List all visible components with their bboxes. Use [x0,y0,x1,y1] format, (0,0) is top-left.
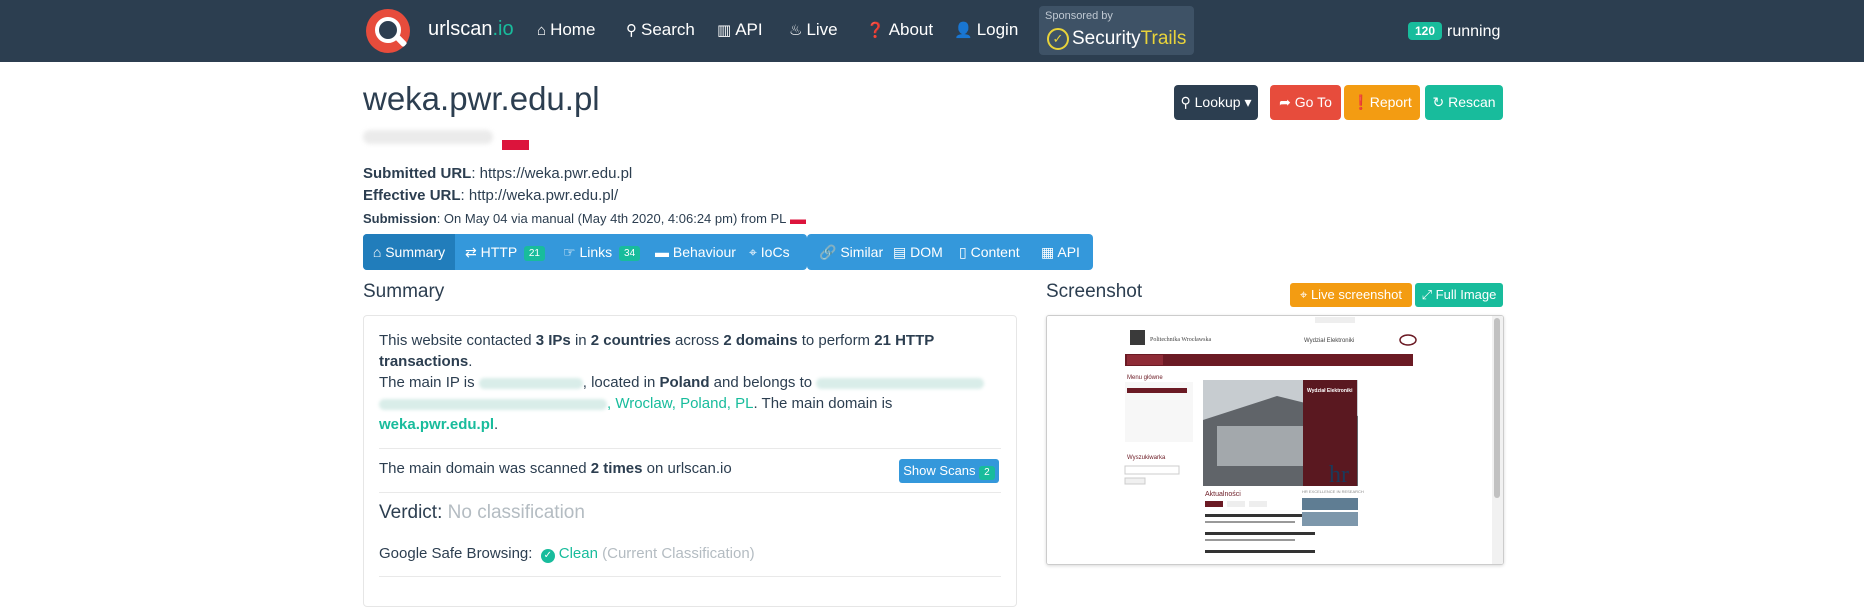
google-safe-browsing: Google Safe Browsing: ✓ Clean (Current Cl… [379,545,755,563]
goto-button[interactable]: ➦ Go To [1270,85,1341,120]
redacted-ip [363,130,493,144]
rescan-button[interactable]: ↻ Rescan [1425,85,1503,120]
home-icon: ⌂ [537,22,547,39]
search-title: Wyszukiwarka [1127,455,1166,461]
list-alt-icon: ▤ [893,244,907,260]
running-scans: 120 running [1408,22,1500,41]
fire-icon: ♨ [789,22,803,39]
hero-title: Wydział Elektroniki [1307,388,1353,394]
nav-search[interactable]: ⚲ Search [626,20,695,40]
menu-title: Menu główne [1127,375,1163,381]
sponsor-securitytrails[interactable]: Sponsored by ✓ SecurityTrails [1039,6,1194,55]
refresh-icon: ↻ [1432,94,1445,110]
dept-name: Wydział Elektroniki [1304,338,1354,344]
caret-down-icon: ▾ [1244,94,1252,110]
tab-iocs[interactable]: ⌖ IoCs [749,234,790,270]
site-name: Politechnika Wrocławska [1150,337,1211,343]
nav-api[interactable]: ▥ API [717,20,763,40]
live-screenshot-button[interactable]: ⌖ Live screenshot [1290,283,1412,307]
exchange-icon: ⇄ [465,244,477,260]
tab-group-main: ⌂ Summary ⇄ HTTP 21 ☞ Links 34 ▬ Behavio… [363,234,807,270]
search-icon: ⚲ [626,22,637,39]
redacted-asn[interactable] [816,377,985,389]
submitted-url: Submitted URL: https://weka.pwr.edu.pl [363,165,633,182]
question-circle-icon: ❓ [866,22,885,39]
crosshairs-icon: ⌖ [1299,287,1308,302]
brand-link[interactable]: urlscan.io [428,18,514,41]
tab-behaviour[interactable]: ▬ Behaviour [655,234,736,270]
hr-logo-icon: hr [1329,462,1349,488]
divider [379,492,1001,493]
screenshot-thumbnail: Politechnika Wrocławska Wydział Elektron… [1047,316,1503,564]
main-domain-link[interactable]: weka.pwr.edu.pl [379,416,494,433]
show-scans-button[interactable]: Show Scans 2 [899,459,999,483]
navbar: urlscan.io ⌂ Home ⚲ Search ▥ API ♨ Live ❓ Abo… [0,0,1864,62]
running-count-badge: 120 [1408,22,1443,40]
location-link[interactable]: , Wroclaw, Poland, PL [607,395,753,412]
qrcode-icon: ▦ [1041,244,1055,260]
thumbs-up-icon: ☞ [563,244,576,260]
tab-dom[interactable]: ▤ DOM [893,234,943,270]
redacted-asn-cont[interactable] [379,398,607,410]
poland-flag-icon [502,140,529,150]
expand-icon: ⤢ [1421,287,1433,302]
nav-about[interactable]: ❓ About [866,20,933,40]
file-icon: ▯ [959,244,967,260]
show-scans-count: 2 [979,466,995,480]
check-circle-icon: ✓ [540,549,555,563]
securitytrails-check-icon: ✓ [1047,28,1069,50]
report-button[interactable]: ❗Report [1344,85,1420,120]
user-icon: 👤 [954,22,973,39]
divider [379,448,1001,449]
tab-http[interactable]: ⇄ HTTP 21 [465,234,545,270]
tab-links[interactable]: ☞ Links 34 [563,234,641,270]
exclamation-circle-icon: ❗ [1352,94,1370,110]
urlscan-logo-icon[interactable] [366,9,410,53]
pl-flag-icon [789,215,806,225]
summary-heading: Summary [363,281,445,302]
submission-info: Submission: On May 04 via manual (May 4t… [363,211,806,226]
nav-login[interactable]: 👤 Login [954,20,1018,40]
divider [379,576,1001,577]
effective-url: Effective URL: http://weka.pwr.edu.pl/ [363,187,619,204]
summary-panel: This website contacted 3 IPs in 2 countr… [363,315,1017,607]
page-screenshot[interactable]: Politechnika Wrocławska Wydział Elektron… [1046,315,1504,565]
redacted-main-ip [478,377,583,389]
tab-summary[interactable]: ⌂ Summary [363,234,455,270]
screenshot-heading: Screenshot [1046,281,1143,302]
search-icon: ⚲ [1180,94,1191,110]
tab-group-extra: 🔗 Similar ▤ DOM ▯ Content ▦ API [807,234,1093,270]
tab-api[interactable]: ▦ API [1041,234,1080,270]
full-image-button[interactable]: ⤢ Full Image [1415,283,1503,307]
news-title: Aktualności [1205,491,1241,498]
nav-home[interactable]: ⌂ Home [537,20,595,40]
barcode-icon: ▥ [717,22,732,39]
link-icon: 🔗 [819,244,837,260]
comment-icon: ▬ [655,244,669,260]
scan-count-text: The main domain was scanned 2 times on u… [379,460,732,477]
verdict: Verdict: No classification [379,502,585,523]
summary-ip-text: The main IP is , located in Poland and b… [379,372,999,435]
securitytrails-logo: ✓ SecurityTrails [1047,28,1186,50]
home-icon: ⌂ [372,244,382,260]
nav-live[interactable]: ♨ Live [789,20,838,40]
crosshairs-icon: ⌖ [749,244,757,260]
summary-contact-text: This website contacted 3 IPs in 2 countr… [379,332,935,370]
tab-similar[interactable]: 🔗 Similar [819,234,883,270]
page-title: weka.pwr.edu.pl [363,80,600,117]
sponsor-label: Sponsored by [1045,10,1113,22]
hr-text: HR EXCELLENCE IN RESEARCH [1302,489,1364,494]
share-icon: ➦ [1279,94,1291,110]
lookup-button[interactable]: ⚲ Lookup ▾ [1174,85,1258,120]
tab-content[interactable]: ▯ Content [959,234,1020,270]
